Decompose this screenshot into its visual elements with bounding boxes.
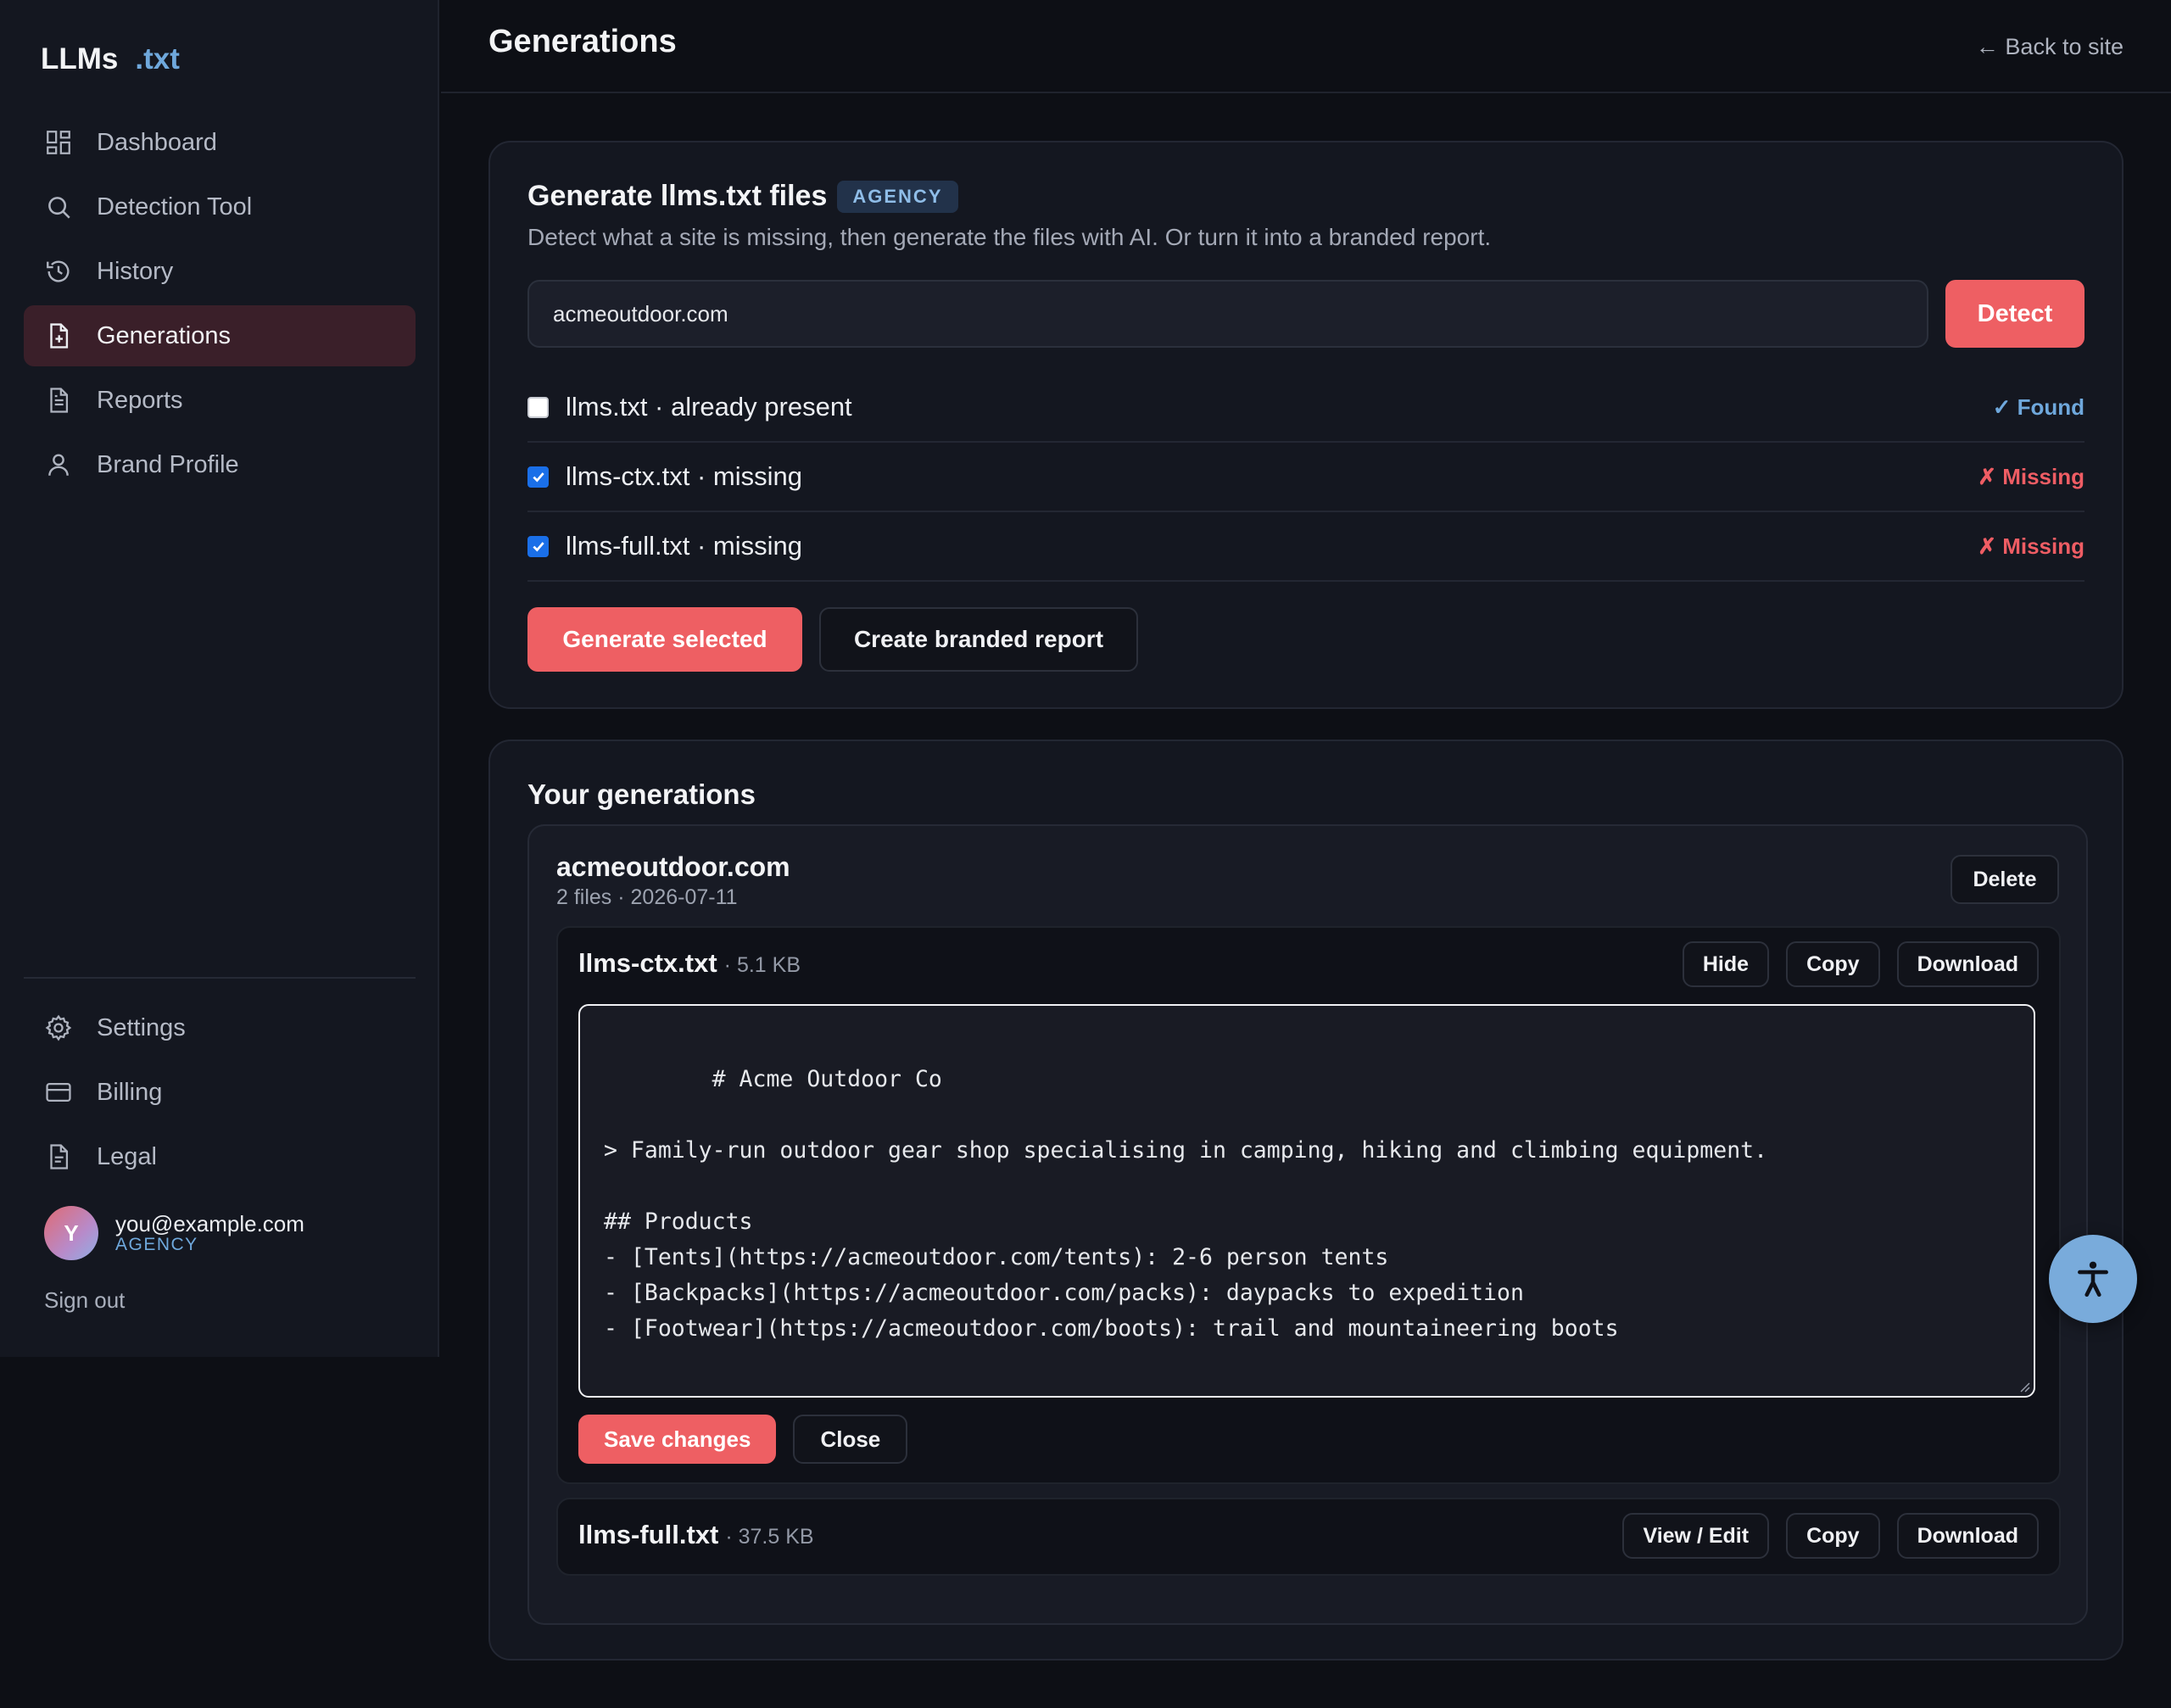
user-profile[interactable]: Y you@example.com AGENCY (44, 1206, 304, 1260)
download-button[interactable]: Download (1896, 941, 2039, 987)
sidebar-item-label: Legal (97, 1142, 157, 1170)
close-editor-button[interactable]: Close (793, 1415, 908, 1464)
credit-card-icon (44, 1078, 73, 1107)
document-icon (44, 1142, 73, 1171)
checkbox-llms-full-txt[interactable] (527, 535, 549, 557)
check-icon (532, 472, 544, 483)
sidebar-item-label: Billing (97, 1078, 163, 1106)
sidebar-item-reports[interactable]: Reports (24, 370, 416, 431)
sign-out-link[interactable]: Sign out (44, 1287, 125, 1314)
sidebar-item-label: Dashboard (97, 128, 217, 156)
file-card-llms-full: llms-full.txt · 37.5 KB View / Edit Copy… (556, 1498, 2061, 1576)
file-name: llms-ctx.txt · 5.1 KB (578, 948, 801, 979)
file-size: · 5.1 KB (723, 953, 801, 977)
view-edit-button[interactable]: View / Edit (1622, 1513, 1770, 1559)
sidebar-item-label: Settings (97, 1013, 186, 1041)
sidebar-item-history[interactable]: History (24, 241, 416, 302)
sidebar-item-legal[interactable]: Legal (24, 1126, 416, 1187)
generate-selected-button[interactable]: Generate selected (527, 607, 802, 672)
file-row-llms-ctx-txt: llms-ctx.txt · missing ✗ Missing (527, 443, 2084, 512)
generate-subtitle: Detect what a site is missing, then gene… (527, 224, 1492, 250)
checkbox-llms-txt[interactable] (527, 396, 549, 418)
sidebar-item-label: Brand Profile (97, 450, 239, 478)
file-name-text: llms-ctx.txt (578, 948, 717, 978)
user-info: you@example.com AGENCY (115, 1212, 304, 1254)
copy-button[interactable]: Copy (1786, 941, 1880, 987)
save-changes-button[interactable]: Save changes (578, 1415, 777, 1464)
gear-icon (44, 1013, 73, 1042)
brand-name: LLMs (41, 42, 119, 75)
sidebar-item-label: Reports (97, 386, 183, 414)
user-icon (44, 450, 73, 479)
file-row-label: llms-full.txt · missing (566, 531, 803, 561)
file-row-label: llms.txt · already present (566, 392, 852, 421)
file-content-text: # Acme Outdoor Co > Family-run outdoor g… (604, 1066, 1768, 1342)
sidebar-item-detection-tool[interactable]: Detection Tool (24, 176, 416, 237)
generations-card: Your generations acmeoutdoor.com 2 files… (488, 740, 2124, 1661)
sidebar-item-generations[interactable]: Generations (24, 305, 416, 366)
file-actions: View / Edit Copy Download (1605, 1513, 2039, 1559)
generate-card: Generate llms.txt files AGENCY Detect wh… (488, 141, 2124, 709)
agency-badge: AGENCY (837, 180, 958, 213)
sidebar: LLMs .txt Dashboard Detection Tool Histo… (0, 0, 439, 1357)
file-card-llms-ctx: llms-ctx.txt · 5.1 KB Hide Copy Download… (556, 926, 2061, 1484)
sidebar-item-billing[interactable]: Billing (24, 1062, 416, 1123)
file-actions: Hide Copy Download (1666, 941, 2039, 987)
sidebar-bottom-nav: Settings Billing Legal (24, 997, 416, 1191)
user-email: you@example.com (115, 1211, 304, 1236)
status-badge-found: ✓ Found (1992, 394, 2084, 420)
brand-logo[interactable]: LLMs .txt (41, 42, 180, 76)
site-generation-card: acmeoutdoor.com 2 files · 2026-07-11 Del… (527, 824, 2088, 1625)
accessibility-button[interactable] (2049, 1235, 2137, 1323)
detect-button[interactable]: Detect (1945, 280, 2084, 348)
sidebar-divider (24, 977, 416, 979)
file-plus-icon (44, 321, 73, 350)
sidebar-item-settings[interactable]: Settings (24, 997, 416, 1058)
check-icon (532, 542, 544, 552)
status-badge-missing: ✗ Missing (1978, 533, 2084, 559)
sidebar-item-label: History (97, 257, 174, 285)
file-detection-list: llms.txt · already present ✓ Found llms-… (527, 373, 2084, 582)
file-name: llms-full.txt · 37.5 KB (578, 1520, 814, 1550)
sidebar-item-brand-profile[interactable]: Brand Profile (24, 434, 416, 495)
page-title: Generations (488, 24, 677, 59)
download-button[interactable]: Download (1896, 1513, 2039, 1559)
avatar: Y (44, 1206, 98, 1260)
sidebar-item-dashboard[interactable]: Dashboard (24, 112, 416, 173)
editor-actions: Save changes Close (578, 1415, 908, 1464)
user-plan-badge: AGENCY (115, 1235, 198, 1254)
resize-handle-icon[interactable] (2018, 1381, 2030, 1393)
sidebar-item-label: Detection Tool (97, 193, 253, 220)
delete-button[interactable]: Delete (1951, 855, 2059, 904)
site-name: acmeoutdoor.com (556, 851, 790, 882)
copy-button[interactable]: Copy (1786, 1513, 1880, 1559)
back-to-site-link[interactable]: ← Back to site (1976, 34, 2124, 60)
file-size: · 37.5 KB (725, 1525, 814, 1549)
brand-accent: .txt (135, 42, 180, 75)
generations-title: Your generations (527, 779, 756, 810)
site-meta: 2 files · 2026-07-11 (556, 885, 738, 909)
generate-title: Generate llms.txt files AGENCY (527, 180, 958, 213)
generate-actions: Generate selected Create branded report (527, 607, 1138, 672)
file-row-llms-txt: llms.txt · already present ✓ Found (527, 373, 2084, 443)
search-icon (44, 193, 73, 221)
file-row-llms-full-txt: llms-full.txt · missing ✗ Missing (527, 512, 2084, 582)
domain-input[interactable] (527, 280, 1928, 348)
file-row-label: llms-ctx.txt · missing (566, 461, 802, 491)
hide-button[interactable]: Hide (1682, 941, 1770, 987)
checkbox-llms-ctx-txt[interactable] (527, 466, 549, 488)
file-content-editor[interactable]: # Acme Outdoor Co > Family-run outdoor g… (578, 1004, 2035, 1398)
sidebar-item-label: Generations (97, 321, 231, 349)
file-text-icon (44, 386, 73, 415)
dashboard-icon (44, 128, 73, 157)
sidebar-nav: Dashboard Detection Tool History Generat… (24, 112, 416, 499)
generate-title-text: Generate llms.txt files (527, 180, 828, 212)
top-bar: Generations ← Back to site (441, 0, 2171, 93)
status-badge-missing: ✗ Missing (1978, 463, 2084, 489)
accessibility-icon (2078, 1261, 2108, 1298)
file-name-text: llms-full.txt (578, 1520, 719, 1549)
create-branded-report-button[interactable]: Create branded report (819, 607, 1138, 672)
history-icon (44, 257, 73, 286)
